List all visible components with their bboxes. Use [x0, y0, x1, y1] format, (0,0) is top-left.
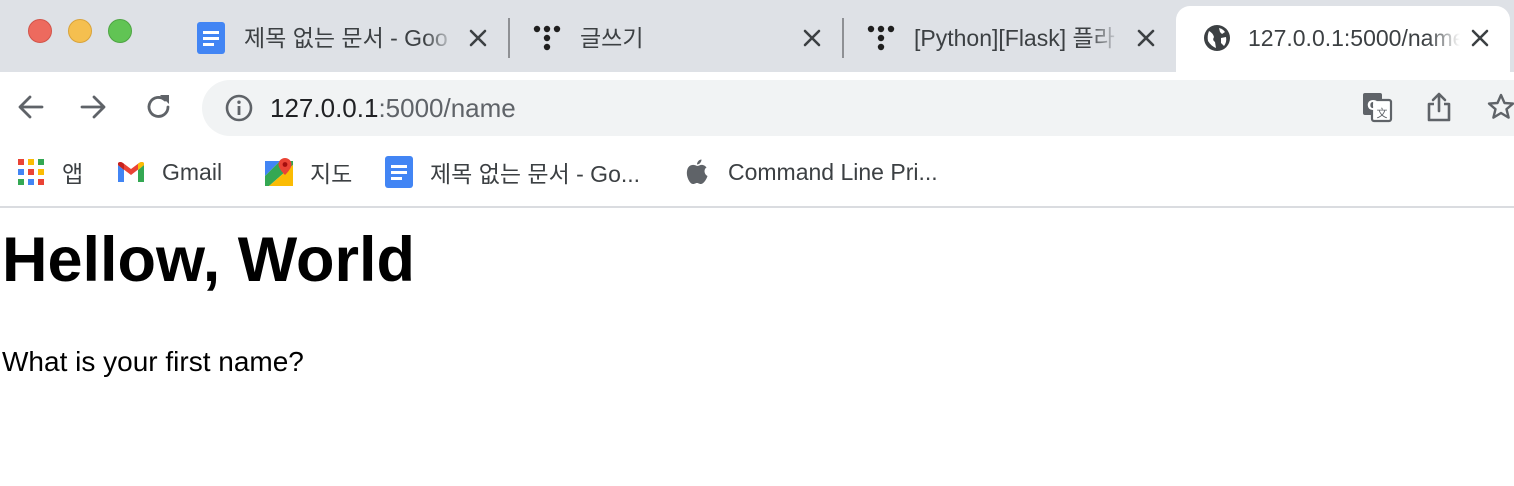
bookmark-label: Gmail — [162, 158, 223, 185]
globe-icon — [1202, 22, 1232, 54]
window-close-button[interactable] — [28, 19, 52, 43]
bookmark-label: 제목 없는 문서 - Go... — [430, 161, 641, 187]
url-path: :5000/name — [378, 93, 516, 123]
bookmark-label: 지도 — [310, 161, 353, 187]
site-info-icon[interactable] — [224, 93, 254, 123]
tab-close-icon[interactable] — [1466, 24, 1494, 52]
bookmark-command-line[interactable]: Command Line Pri... — [682, 156, 938, 188]
page-heading: Hellow, World — [2, 225, 416, 295]
tab-close-icon[interactable] — [464, 24, 492, 52]
google-maps-icon — [264, 157, 294, 187]
tab-separator — [508, 18, 510, 58]
tab-write-post[interactable]: 글쓰기 — [532, 6, 832, 72]
bookmark-label: 앱 — [62, 161, 84, 187]
address-bar[interactable]: 127.0.0.1:5000/name — [202, 80, 1514, 136]
forward-arrow-icon[interactable] — [76, 90, 110, 124]
share-icon[interactable] — [1422, 90, 1456, 124]
tab-separator — [842, 18, 844, 58]
back-arrow-icon[interactable] — [14, 90, 48, 124]
tab-strip: 제목 없는 문서 - Goo 글쓰기 [Python][Flask] 플라 12… — [0, 0, 1514, 72]
tab-title: [Python][Flask] 플라 — [914, 25, 1115, 51]
tab-title: 127.0.0.1:5000/name — [1248, 25, 1460, 51]
browser-toolbar: 127.0.0.1:5000/name G 文 — [0, 72, 1514, 142]
bookmark-gmail[interactable]: Gmail — [116, 156, 222, 188]
tab-python-flask[interactable]: [Python][Flask] 플라 — [866, 6, 1166, 72]
bookmark-star-icon[interactable] — [1484, 90, 1514, 124]
name-question: What is your first name? — [2, 346, 304, 377]
page-content: Hellow, World What is your first name? — [0, 210, 1514, 486]
tab-google-docs[interactable]: 제목 없는 문서 - Goo — [196, 6, 496, 72]
svg-text:文: 文 — [1377, 106, 1388, 120]
bookmark-maps[interactable]: 지도 — [264, 156, 352, 188]
url-host: 127.0.0.1 — [270, 93, 379, 123]
bookmark-apps[interactable]: 앱 — [16, 156, 83, 188]
tab-close-icon[interactable] — [798, 24, 826, 52]
translate-icon[interactable]: G 文 — [1360, 90, 1394, 124]
tab-close-icon[interactable] — [1132, 24, 1160, 52]
tab-title: 글쓰기 — [580, 25, 644, 51]
window-zoom-button[interactable] — [108, 19, 132, 43]
apps-grid-icon — [16, 157, 46, 187]
tistory-icon — [866, 22, 896, 54]
bookmark-google-docs[interactable]: 제목 없는 문서 - Go... — [384, 156, 640, 188]
gmail-icon — [116, 157, 146, 187]
window-minimize-button[interactable] — [68, 19, 92, 43]
google-docs-icon — [196, 22, 226, 54]
bookmarks-bar: 앱 Gmail 지도 제목 없는 문서 - Go... Command Line… — [0, 142, 1514, 208]
tistory-icon — [532, 22, 562, 54]
url-text[interactable]: 127.0.0.1:5000/name — [270, 93, 516, 123]
bookmark-label: Command Line Pri... — [728, 158, 938, 185]
apple-icon — [682, 157, 712, 187]
tab-localhost-name[interactable]: 127.0.0.1:5000/name — [1176, 6, 1510, 72]
tab-title: 제목 없는 문서 - Goo — [244, 25, 448, 51]
reload-icon[interactable] — [142, 90, 176, 124]
google-docs-icon — [384, 156, 414, 188]
